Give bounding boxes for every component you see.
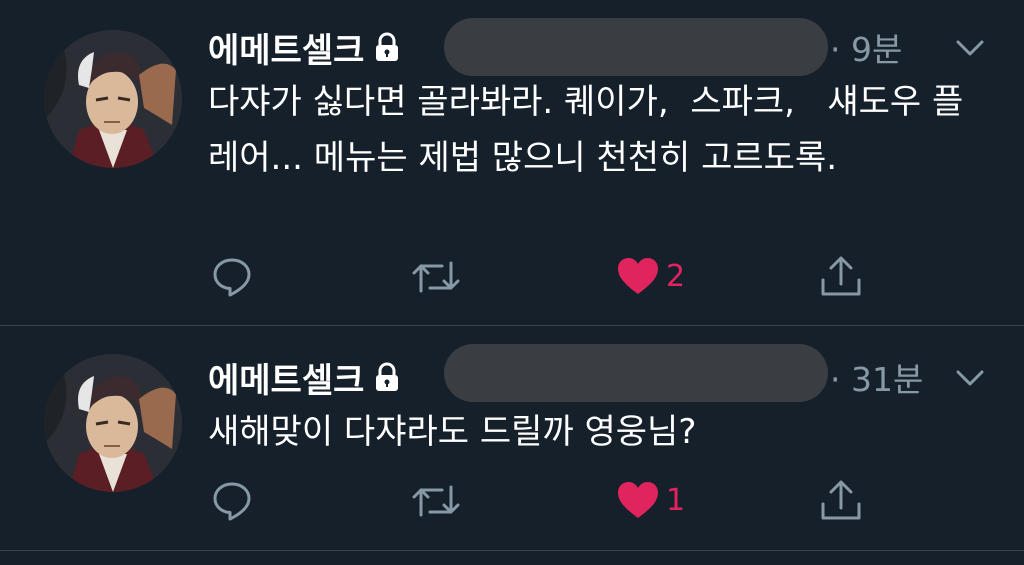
heart-icon [618,258,658,294]
share-button[interactable] [819,478,863,522]
tweet-divider [0,550,1024,551]
reply-button[interactable] [211,480,253,522]
share-button[interactable] [819,254,863,298]
reply-icon [213,482,251,521]
retweet-icon [412,485,460,517]
author-name-row[interactable]: 에메트셀크 [208,352,400,402]
tweet[interactable]: 에메트셀크 · 9분 다쟈가 싫다면 골라봐라. 퀘이가, 스파크, 섀도우 플… [0,0,1024,325]
author-name-row[interactable]: 에메트셀크 [208,22,400,72]
chevron-down-icon[interactable] [954,368,986,388]
timestamp[interactable]: · 9분 [830,22,902,72]
tweet-text: 다쟈가 싫다면 골라봐라. 퀘이가, 스파크, 섀도우 플레어... 메뉴는 제… [208,82,964,178]
lock-icon [376,32,399,61]
like-count: 2 [666,258,686,294]
like-count: 1 [666,482,686,518]
share-icon [821,480,861,520]
chevron-down-icon[interactable] [954,38,986,58]
reply-icon [213,258,251,297]
tweet[interactable]: 에메트셀크 · 31분 새해맞이 다쟈라도 드릴까 영웅님? 1 [0,326,1024,550]
like-button[interactable]: 1 [616,480,685,520]
retweet-button[interactable] [412,258,460,296]
tweet-text: 새해맞이 다쟈라도 드릴까 영웅님? [208,412,697,452]
reply-button[interactable] [211,256,253,298]
retweet-button[interactable] [412,482,460,520]
retweet-icon [412,261,460,293]
avatar[interactable] [44,30,182,168]
username-redacted [444,344,828,402]
like-button[interactable]: 2 [616,256,685,296]
username-redacted [444,18,828,76]
display-name[interactable]: 에메트셀크 [208,23,364,72]
heart-icon [618,482,658,518]
display-name[interactable]: 에메트셀크 [208,353,364,402]
lock-icon [376,362,399,391]
timestamp[interactable]: · 31분 [830,352,923,402]
share-icon [821,256,861,296]
avatar[interactable] [44,354,182,492]
